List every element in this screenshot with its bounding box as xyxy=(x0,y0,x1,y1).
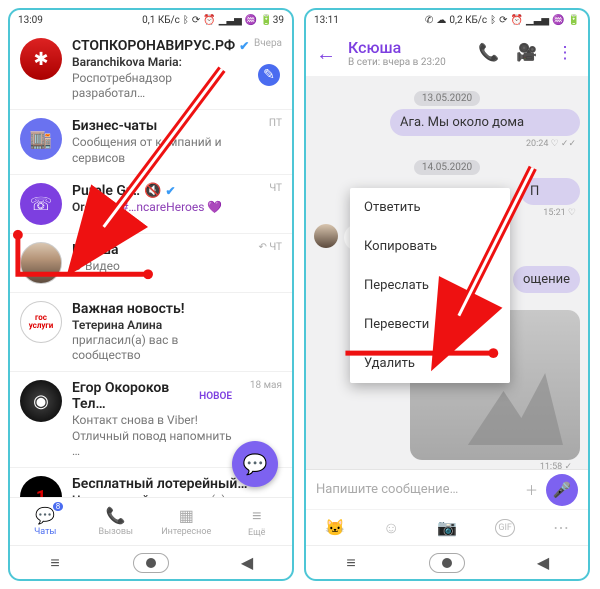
avatar-stopcorona-icon: ✱ xyxy=(20,38,62,80)
chat-title: Важная новость! xyxy=(72,301,184,317)
explore-icon: ▦ xyxy=(179,506,194,525)
tab-more[interactable]: ≡ Ещё xyxy=(222,498,293,545)
menu-button[interactable]: ⋮ xyxy=(552,43,578,63)
message-meta: 11:58 ✓ xyxy=(540,462,572,469)
chat-row-purple[interactable]: ☏ Purple Gr… 🔇 ✔ Oren BL: #…ncareHeroes … xyxy=(10,175,292,234)
chats-icon: 💬8 xyxy=(35,506,55,525)
mic-button[interactable]: 🎤 xyxy=(546,474,578,506)
avatar-viber-icon: ☏ xyxy=(20,183,62,225)
conversation-header: ← Ксюша В сети: вчера в 23:20 📞 🎥 ⋮ xyxy=(306,30,588,76)
clock: 13:11 xyxy=(314,15,339,26)
battery-icon: 🔋 xyxy=(568,15,580,26)
battery-icon: 🔋39 xyxy=(260,15,284,26)
nav-menu[interactable]: ≡ xyxy=(43,553,67,573)
sync-icon: ⟳ xyxy=(192,15,200,26)
compose-button[interactable]: ✎ xyxy=(258,64,280,86)
more-icon: ≡ xyxy=(252,506,261,526)
gif-icon[interactable]: GIF xyxy=(495,519,515,537)
new-badge: НОВОЕ xyxy=(199,391,232,402)
menu-delete[interactable]: Удалить xyxy=(350,344,510,383)
voice-call-button[interactable]: 📞 xyxy=(476,43,502,63)
message-out-partial[interactable]: ощение xyxy=(513,266,580,293)
tab-calls[interactable]: 📞 Вызовы xyxy=(81,498,152,545)
chat-time: Вчера xyxy=(242,38,282,49)
attach-button[interactable]: ＋ xyxy=(525,480,538,499)
nav-home[interactable] xyxy=(133,553,169,573)
android-nav: ≡ ◀ xyxy=(10,545,292,579)
chat-row-ksyusha[interactable]: Ксюша ⊙ Видео ↶ ЧТ xyxy=(10,234,292,293)
menu-reply[interactable]: Ответить xyxy=(350,188,510,227)
net-speed: 0,1 КБ/с xyxy=(142,15,180,26)
chat-title: Бесплатный лотерейный… xyxy=(72,476,248,492)
chat-title: СТОПКОРОНАВИРУС.РФ xyxy=(72,38,235,54)
sync-icon: ⟳ xyxy=(499,15,507,26)
new-message-fab[interactable]: 💬 xyxy=(232,441,278,487)
chat-list[interactable]: ✱ СТОПКОРОНАВИРУС.РФ✔ Baranchikova Maria… xyxy=(10,30,292,497)
alarm-icon: ⏰ xyxy=(203,15,215,26)
contact-name[interactable]: Ксюша xyxy=(348,38,464,57)
menu-forward[interactable]: Переслать xyxy=(350,266,510,305)
net-speed: 0,2 КБ/с xyxy=(449,15,487,26)
message-context-menu: Ответить Копировать Переслать Перевести … xyxy=(350,188,510,383)
contact-status: В сети: вчера в 23:20 xyxy=(348,57,464,68)
nav-back[interactable]: ◀ xyxy=(531,553,555,572)
avatar-gosuslugi-icon: госуслуги xyxy=(20,301,62,343)
chats-badge: 8 xyxy=(53,502,64,511)
message-input[interactable]: Напишите сообщение… xyxy=(316,482,517,497)
nav-home[interactable] xyxy=(429,553,465,573)
conversation-screen: 13:11 ✆ ☁ 0,2 КБ/с ᛒ ⟳ ⏰ ▁▃▅ ♒ 🔋 ← Ксюша… xyxy=(304,8,590,581)
chat-title: Ксюша xyxy=(72,242,119,258)
signal-icon: ▁▃▅ xyxy=(526,15,549,26)
android-nav: ≡ ◀ xyxy=(306,545,588,579)
tab-chats[interactable]: 💬8 Чаты xyxy=(10,498,81,545)
avatar-wheel-icon: ◉ xyxy=(20,380,62,422)
back-button[interactable]: ← xyxy=(316,41,336,66)
menu-copy[interactable]: Копировать xyxy=(350,227,510,266)
chats-screen: 13:09 0,1 КБ/с ᛒ ⟳ ⏰ ▁▃▅ ♒ 🔋39 ✱ СТОПКОР… xyxy=(8,8,294,581)
status-bar: 13:11 ✆ ☁ 0,2 КБ/с ᛒ ⟳ ⏰ ▁▃▅ ♒ 🔋 xyxy=(306,10,588,30)
message-area[interactable]: 13.05.2020 Ага. Мы около дома 20:24 ♡ ✓✓… xyxy=(306,76,588,469)
whatsapp-icon: ✆ xyxy=(425,15,433,26)
avatar-small-icon xyxy=(314,224,338,248)
video-call-button[interactable]: 🎥 xyxy=(514,43,540,63)
chat-title: Purple Gr… xyxy=(72,183,140,199)
date-separator: 14.05.2020 xyxy=(314,155,580,174)
verified-icon: ✔ xyxy=(166,184,176,198)
message-out[interactable]: П xyxy=(520,178,580,205)
emoji-icon[interactable]: ☺ xyxy=(383,518,399,538)
avatar-one-icon: 1 xyxy=(20,476,62,497)
avatar-shop-icon: 🏬 xyxy=(20,118,62,160)
avatar-person-icon xyxy=(20,242,62,284)
chat-row-stopcorona[interactable]: ✱ СТОПКОРОНАВИРУС.РФ✔ Baranchikova Maria… xyxy=(10,30,292,110)
calls-icon: 📞 xyxy=(106,506,126,525)
signal-icon: ▁▃▅ xyxy=(219,15,242,26)
bluetooth-icon: ᛒ xyxy=(490,15,496,26)
wifi-icon: ♒ xyxy=(245,15,257,26)
message-input-bar: Напишите сообщение… ＋ 🎤 xyxy=(306,469,588,509)
chat-row-business[interactable]: 🏬 Бизнес-чаты Сообщения от компаний и се… xyxy=(10,110,292,175)
chat-row-gos[interactable]: госуслуги Важная новость! Тетерина Алина… xyxy=(10,293,292,372)
nav-back[interactable]: ◀ xyxy=(235,553,259,572)
message-out[interactable]: Ага. Мы около дома xyxy=(390,109,580,136)
more-stickers-icon[interactable]: ⋯ xyxy=(553,518,569,537)
alarm-icon: ⏰ xyxy=(511,15,523,26)
sticker-bar: 🐱 ☺ 📷 GIF ⋯ xyxy=(306,509,588,545)
tab-explore[interactable]: ▦ Интересное xyxy=(151,498,222,545)
menu-translate[interactable]: Перевести xyxy=(350,305,510,344)
sticker-cat-icon[interactable]: 🐱 xyxy=(325,518,345,537)
message-meta: 20:24 ♡ ✓✓ xyxy=(314,139,576,149)
camera-icon[interactable]: 📷 xyxy=(437,518,457,537)
muted-icon: 🔇 xyxy=(144,183,161,199)
bottom-tabs: 💬8 Чаты 📞 Вызовы ▦ Интересное ≡ Ещё xyxy=(10,497,292,545)
bluetooth-icon: ᛒ xyxy=(183,15,189,26)
wifi-icon: ♒ xyxy=(552,15,564,26)
clock: 13:09 xyxy=(18,15,43,26)
cloud-icon: ☁ xyxy=(436,15,446,26)
chat-title: Бизнес-чаты xyxy=(72,118,157,134)
date-separator: 13.05.2020 xyxy=(314,86,580,105)
nav-menu[interactable]: ≡ xyxy=(339,553,363,573)
status-bar: 13:09 0,1 КБ/с ᛒ ⟳ ⏰ ▁▃▅ ♒ 🔋39 xyxy=(10,10,292,30)
chat-title: Егор Окороков Тел… xyxy=(72,380,191,412)
